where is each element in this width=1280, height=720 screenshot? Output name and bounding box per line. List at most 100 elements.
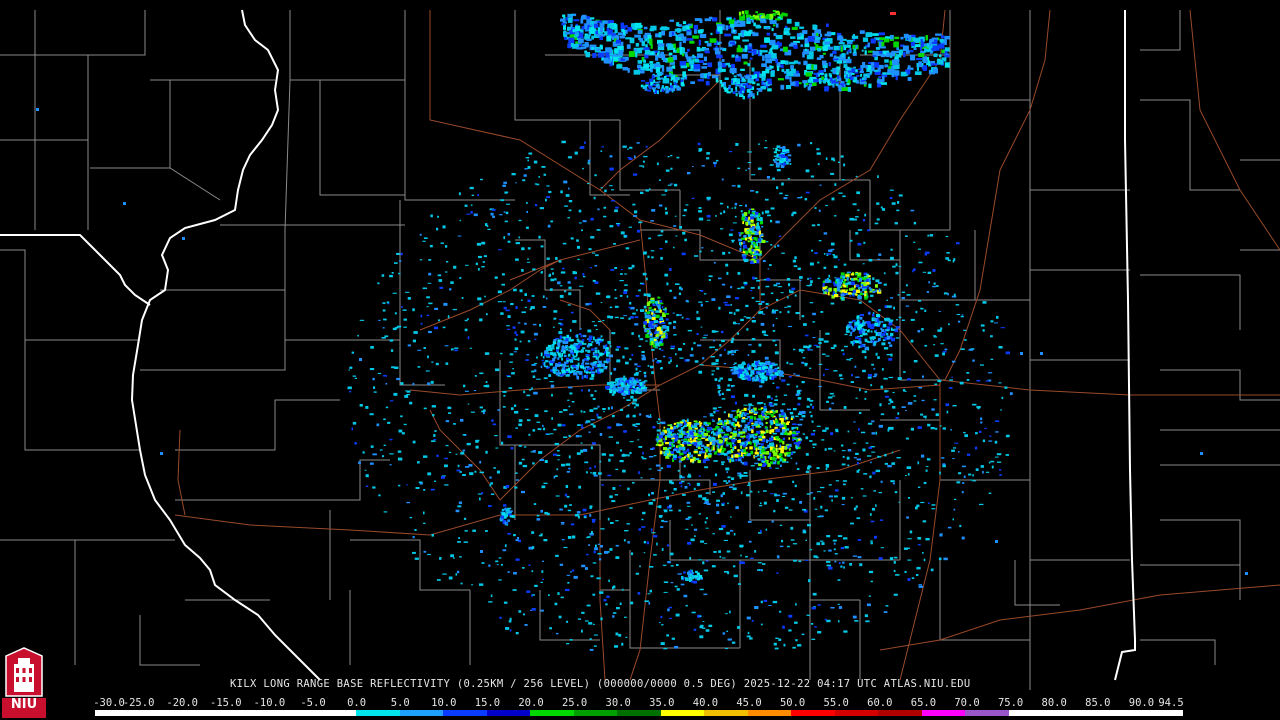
echo-pixel bbox=[484, 352, 490, 355]
echo-pixel bbox=[605, 603, 608, 606]
echo-pixel bbox=[760, 220, 764, 225]
echo-pixel bbox=[656, 435, 659, 439]
echo-pixel bbox=[697, 446, 701, 450]
echo-pixel bbox=[848, 288, 854, 291]
echo-pixel bbox=[710, 250, 714, 252]
echo-pixel bbox=[614, 297, 618, 299]
echo-pixel bbox=[723, 411, 726, 414]
echo-pixel bbox=[927, 271, 932, 274]
echo-pixel bbox=[787, 178, 790, 180]
echo-pixel bbox=[629, 507, 633, 509]
echo-pixel bbox=[565, 338, 569, 342]
echo-pixel bbox=[670, 154, 673, 157]
echo-pixel bbox=[889, 197, 893, 200]
echo-pixel bbox=[669, 480, 673, 484]
echo-pixel bbox=[630, 395, 634, 399]
echo-pixel bbox=[859, 292, 863, 296]
echo-pixel bbox=[763, 462, 766, 467]
echo-pixel bbox=[615, 632, 619, 636]
echo-pixel bbox=[463, 384, 466, 388]
echo-pixel bbox=[683, 431, 686, 435]
echo-pixel bbox=[840, 565, 843, 568]
echo-pixel bbox=[673, 422, 676, 425]
echo-pixel bbox=[796, 468, 800, 470]
echo-pixel bbox=[794, 294, 797, 297]
echo-pixel bbox=[603, 351, 606, 354]
echo-pixel bbox=[464, 328, 468, 332]
echo-pixel bbox=[769, 39, 776, 46]
echo-pixel bbox=[661, 421, 666, 425]
echo-pixel bbox=[918, 261, 923, 264]
echo-pixel bbox=[817, 261, 820, 264]
echo-pixel bbox=[694, 535, 696, 537]
echo-pixel bbox=[498, 557, 502, 559]
echo-pixel bbox=[748, 344, 752, 346]
echo-pixel bbox=[807, 277, 809, 280]
echo-pixel bbox=[755, 246, 758, 249]
echo-pixel bbox=[681, 439, 684, 441]
echo-pixel bbox=[863, 241, 866, 244]
echo-pixel bbox=[615, 348, 619, 351]
echo-pixel bbox=[778, 453, 783, 457]
echo-pixel bbox=[866, 293, 868, 297]
echo-pixel bbox=[780, 432, 784, 436]
echo-pixel bbox=[614, 289, 617, 291]
echo-pixel bbox=[615, 544, 619, 547]
echo-pixel bbox=[734, 423, 740, 427]
echo-pixel bbox=[712, 432, 716, 436]
echo-pixel bbox=[658, 505, 662, 509]
echo-pixel bbox=[895, 326, 900, 329]
echo-pixel bbox=[562, 242, 567, 245]
echo-pixel bbox=[687, 482, 690, 484]
echo-pixel bbox=[422, 287, 427, 290]
echo-pixel bbox=[907, 378, 911, 381]
echo-pixel bbox=[554, 342, 557, 345]
echo-pixel bbox=[891, 202, 896, 205]
echo-pixel bbox=[734, 350, 736, 353]
echo-pixel bbox=[872, 375, 877, 378]
echo-pixel bbox=[556, 468, 559, 471]
echo-pixel bbox=[664, 430, 667, 434]
echo-pixel bbox=[623, 235, 627, 238]
echo-pixel bbox=[619, 602, 622, 605]
echo-pixel bbox=[864, 614, 868, 618]
echo-pixel bbox=[683, 438, 688, 441]
echo-pixel bbox=[884, 395, 889, 398]
echo-pixel bbox=[455, 453, 458, 455]
echo-pixel bbox=[825, 368, 829, 370]
echo-pixel bbox=[772, 148, 775, 150]
echo-pixel bbox=[536, 378, 541, 380]
echo-pixel bbox=[751, 425, 754, 427]
echo-pixel bbox=[943, 292, 948, 295]
echo-pixel bbox=[863, 46, 867, 50]
echo-pixel bbox=[581, 426, 584, 429]
echo-pixel bbox=[649, 589, 652, 593]
echo-pixel bbox=[596, 229, 601, 231]
echo-pixel bbox=[693, 442, 698, 446]
echo-pixel bbox=[453, 265, 457, 269]
echo-pixel bbox=[550, 220, 554, 223]
echo-pixel bbox=[464, 319, 468, 322]
echo-pixel bbox=[960, 315, 964, 318]
echo-pixel bbox=[792, 646, 796, 649]
echo-pixel bbox=[677, 451, 681, 453]
echo-pixel bbox=[428, 330, 432, 334]
echo-pixel bbox=[534, 414, 539, 418]
echo-pixel bbox=[629, 441, 634, 443]
echo-pixel bbox=[518, 236, 521, 239]
echo-pixel bbox=[546, 346, 551, 351]
echo-pixel bbox=[871, 507, 876, 511]
echo-pixel bbox=[890, 480, 895, 483]
echo-pixel bbox=[838, 192, 843, 194]
echo-pixel bbox=[567, 509, 572, 512]
echo-pixel bbox=[921, 375, 924, 378]
echo-pixel bbox=[764, 426, 768, 429]
echo-pixel bbox=[879, 519, 884, 521]
echo-pixel bbox=[614, 316, 619, 319]
echo-pixel bbox=[479, 460, 482, 464]
echo-pixel bbox=[731, 439, 736, 443]
echo-pixel bbox=[809, 411, 812, 413]
echo-pixel bbox=[783, 643, 786, 647]
echo-pixel bbox=[593, 550, 596, 554]
echo-pixel bbox=[641, 351, 645, 353]
